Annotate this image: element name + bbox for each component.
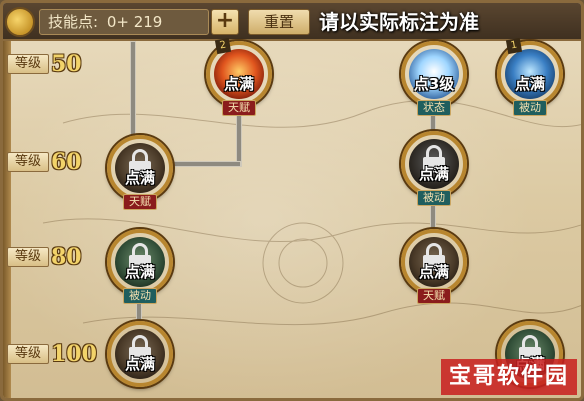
- skill-label: 点满: [514, 75, 545, 93]
- skill-type-badge: 天赋: [222, 100, 256, 116]
- skill-node-lv100-left[interactable]: 点满: [107, 321, 173, 387]
- skill-node-lv80-passive[interactable]: 点满 被动: [107, 229, 173, 304]
- skill-type-badge: 天赋: [417, 288, 451, 304]
- connector-line: [169, 161, 241, 167]
- skill-type-badge: 状态: [417, 100, 451, 116]
- level-label: 等级: [7, 54, 49, 74]
- skill-type-badge: 被动: [417, 190, 451, 206]
- skill-label: 点3级: [413, 75, 455, 93]
- rank-badge: 1: [505, 37, 523, 55]
- skill-node-blue-passive[interactable]: 1 点满 被动: [497, 37, 563, 116]
- skill-type-badge: 被动: [123, 288, 157, 304]
- skill-type-badge: 被动: [513, 100, 547, 116]
- skill-label: 点满: [124, 263, 155, 281]
- skill-label: 点满: [124, 355, 155, 373]
- skill-label: 点满: [124, 169, 155, 187]
- connector-line: [130, 41, 136, 137]
- level-label: 等级: [7, 344, 49, 364]
- skill-points-box: 技能点: 0+ 219: [39, 9, 209, 35]
- skill-type-badge: 天赋: [123, 194, 157, 210]
- skill-points-value: 0+ 219: [106, 13, 163, 31]
- skill-points-label: 技能点:: [48, 13, 99, 31]
- level-number: 60: [51, 149, 82, 175]
- snail-icon: [5, 7, 35, 37]
- level-tag-80: 等级 80: [3, 243, 99, 271]
- rank-badge: 2: [214, 37, 232, 55]
- skill-label: 点满: [223, 75, 254, 93]
- watermark: 宝哥软件园: [441, 359, 577, 395]
- level-tag-60: 等级 60: [3, 148, 99, 176]
- skill-label: 点满: [418, 263, 449, 281]
- skill-node-lv60-talent[interactable]: 点满 天赋: [107, 135, 173, 210]
- add-points-button[interactable]: +: [211, 9, 239, 35]
- level-tag-50: 等级 50: [3, 50, 99, 78]
- skill-node-ice-state[interactable]: 点3级 状态: [401, 41, 467, 116]
- level-label: 等级: [7, 152, 49, 172]
- skill-node-lv80-talent[interactable]: 点满 天赋: [401, 229, 467, 304]
- level-tag-100: 等级 100: [3, 340, 99, 368]
- skill-label: 点满: [418, 165, 449, 183]
- skill-tree-panel: 技能点: 0+ 219 + 重置 请以实际标注为准 等级 50 等级 60 等级…: [0, 0, 584, 401]
- skill-node-fire-talent[interactable]: 2 点满 天赋: [206, 37, 272, 116]
- level-number: 80: [51, 244, 82, 270]
- level-number: 100: [51, 341, 97, 367]
- skill-node-lv60-passive[interactable]: 点满 被动: [401, 131, 467, 206]
- level-number: 50: [51, 51, 82, 77]
- annotation-note: 请以实际标注为准: [319, 10, 479, 34]
- level-label: 等级: [7, 247, 49, 267]
- reset-button[interactable]: 重置: [248, 9, 310, 35]
- top-bar: 技能点: 0+ 219 + 重置 请以实际标注为准: [3, 3, 581, 41]
